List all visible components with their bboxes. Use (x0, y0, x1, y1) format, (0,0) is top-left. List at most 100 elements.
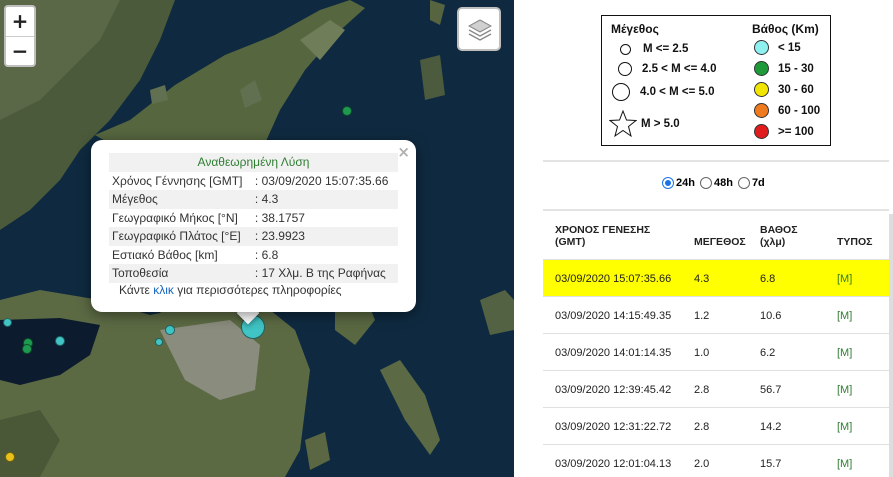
cell-magnitude: 2.0 (694, 458, 710, 470)
radio-icon[interactable] (699, 177, 712, 189)
earthquake-marker[interactable] (3, 318, 12, 327)
cell-type: [M] (837, 458, 853, 470)
table-scrollbar[interactable] (889, 214, 893, 477)
medium-circle-icon (618, 62, 632, 76)
legend-depth-row: 60 - 100 (754, 103, 820, 118)
depth-color-swatch (754, 40, 769, 55)
earthquake-marker[interactable] (22, 344, 32, 354)
cell-magnitude: 1.2 (694, 310, 710, 322)
depth-color-swatch (754, 124, 769, 139)
layers-button[interactable] (457, 7, 501, 51)
header-depth: ΒΑΘΟΣ (χλμ) (760, 224, 798, 248)
popup-value: : 4.3 (251, 190, 398, 209)
legend-depth-label: 30 - 60 (778, 83, 814, 96)
popup-label: Τοποθεσία (109, 264, 252, 283)
legend-magnitude-row: M > 5.0 (609, 110, 680, 138)
zoom-out-button[interactable]: − (6, 36, 34, 65)
depth-color-swatch (754, 82, 769, 97)
table-row[interactable]: 03/09/2020 12:01:04.13 2.0 15.7 [M] (543, 444, 889, 477)
popup-label: Εστιακό Βάθος [km] (112, 247, 218, 262)
popup-value: : 03/09/2020 15:07:35.66 (254, 173, 389, 188)
legend-magnitude-label: 2.5 < M <= 4.0 (642, 63, 717, 75)
cell-time: 03/09/2020 15:07:35.66 (555, 273, 672, 285)
popup-more-info: Κάντε κλικ για περισσότερες πληροφορίες (119, 283, 342, 297)
earthquake-marker[interactable] (165, 325, 175, 335)
divider (543, 160, 889, 162)
table-row[interactable]: 03/09/2020 12:39:45.42 2.8 56.7 [M] (543, 370, 889, 407)
legend-magnitude-row: 4.0 < M <= 5.0 (612, 83, 714, 101)
filter-label: 24h (676, 177, 695, 189)
depth-color-swatch (754, 103, 769, 118)
filter-option-7d[interactable]: 7d (737, 177, 765, 189)
legend-depth-label: 60 - 100 (778, 104, 821, 117)
legend-depth-label: < 15 (778, 41, 801, 54)
table-row-selected[interactable]: 03/09/2020 15:07:35.66 4.3 6.8 [M] (543, 259, 889, 296)
cell-time: 03/09/2020 14:15:49.35 (555, 310, 672, 322)
popup-value: : 23.9923 (251, 227, 398, 246)
radio-selected-icon[interactable] (662, 177, 674, 189)
header-type: ΤΥΠΟΣ (837, 236, 873, 248)
map[interactable]: + − × Αναθεωρημένη Λύση Χρόνος Γέννησης … (0, 0, 514, 477)
cell-depth: 6.2 (760, 347, 776, 359)
more-info-link[interactable]: κλικ (153, 283, 174, 297)
cell-depth: 56.7 (760, 384, 782, 396)
cell-type: [M] (837, 384, 853, 396)
time-range-filter: 24h 48h 7d (662, 177, 768, 189)
earthquake-marker[interactable] (55, 336, 65, 346)
popup-value: : 38.1757 (254, 210, 305, 225)
more-prefix: Κάντε (119, 283, 154, 297)
small-circle-icon (620, 43, 631, 55)
popup-close-button[interactable]: × (397, 143, 410, 161)
earthquake-marker[interactable] (5, 452, 15, 462)
more-suffix: για περισσότερες πληροφορίες (173, 283, 342, 297)
legend-magnitude-label: M <= 2.5 (643, 43, 689, 55)
table-row[interactable]: 03/09/2020 12:31:22.72 2.8 14.2 [M] (543, 407, 889, 444)
filter-option-48h[interactable]: 48h (699, 177, 733, 189)
cell-magnitude: 2.8 (694, 421, 710, 433)
cell-type: [M] (837, 273, 853, 285)
legend-magnitude-label: M > 5.0 (641, 118, 680, 130)
cell-depth: 10.6 (760, 310, 782, 322)
popup-label: Γεωγραφικό Πλάτος [°E] (109, 227, 252, 246)
legend-depth-row: < 15 (754, 40, 801, 55)
earthquake-popup: × Αναθεωρημένη Λύση Χρόνος Γέννησης [GMT… (91, 140, 416, 312)
divider (543, 209, 889, 211)
earthquake-marker[interactable] (342, 106, 352, 116)
legend-depth-row: 30 - 60 (754, 82, 814, 97)
popup-title: Αναθεωρημένη Λύση (109, 153, 398, 172)
zoom-control: + − (4, 5, 36, 67)
legend-magnitude-title: Μέγεθος (611, 22, 659, 36)
filter-option-24h[interactable]: 24h (662, 177, 695, 189)
header-time: ΧΡΟΝΟΣ ΓΕΝΕΣΗΣ (GMT) (555, 224, 651, 248)
star-icon (609, 110, 637, 138)
cell-magnitude: 4.3 (694, 273, 710, 285)
popup-value: : 6.8 (254, 247, 279, 262)
earthquake-table: ΧΡΟΝΟΣ ΓΕΝΕΣΗΣ (GMT) ΜΕΓΕΘΟΣ ΒΑΘΟΣ (χλμ) Τ… (543, 214, 889, 477)
table-row[interactable]: 03/09/2020 14:15:49.35 1.2 10.6 [M] (543, 296, 889, 333)
legend-depth-title: Βάθος (Km) (752, 22, 819, 36)
filter-label: 48h (713, 177, 733, 189)
legend-depth-row: >= 100 (754, 124, 814, 139)
cell-type: [M] (837, 310, 853, 322)
layers-icon (467, 19, 493, 41)
cell-magnitude: 1.0 (694, 347, 710, 359)
zoom-in-button[interactable]: + (6, 7, 34, 36)
legend-depth-row: 15 - 30 (754, 61, 814, 76)
popup-label: Χρόνος Γέννησης [GMT] (112, 173, 243, 188)
legend-magnitude-row: M <= 2.5 (616, 43, 688, 55)
cell-time: 03/09/2020 12:01:04.13 (555, 458, 672, 470)
cell-depth: 15.7 (760, 458, 782, 470)
cell-magnitude: 2.8 (694, 384, 710, 396)
legend-magnitude-label: 4.0 < M <= 5.0 (640, 86, 715, 98)
earthquake-marker[interactable] (155, 338, 163, 346)
radio-icon[interactable] (737, 177, 750, 189)
popup-label: Γεωγραφικό Μήκος [°N] (112, 210, 238, 225)
popup-details-table: Αναθεωρημένη Λύση Χρόνος Γέννησης [GMT]:… (109, 153, 398, 283)
popup-value: : 17 Χλμ. Β της Ραφήνας (251, 264, 398, 283)
cell-type: [M] (837, 347, 853, 359)
table-row[interactable]: 03/09/2020 14:01:14.35 1.0 6.2 [M] (543, 333, 889, 370)
depth-color-swatch (754, 61, 769, 76)
cell-depth: 6.8 (760, 273, 776, 285)
filter-label: 7d (751, 177, 765, 189)
table-header: ΧΡΟΝΟΣ ΓΕΝΕΣΗΣ (GMT) ΜΕΓΕΘΟΣ ΒΑΘΟΣ (χλμ) Τ… (543, 214, 889, 259)
